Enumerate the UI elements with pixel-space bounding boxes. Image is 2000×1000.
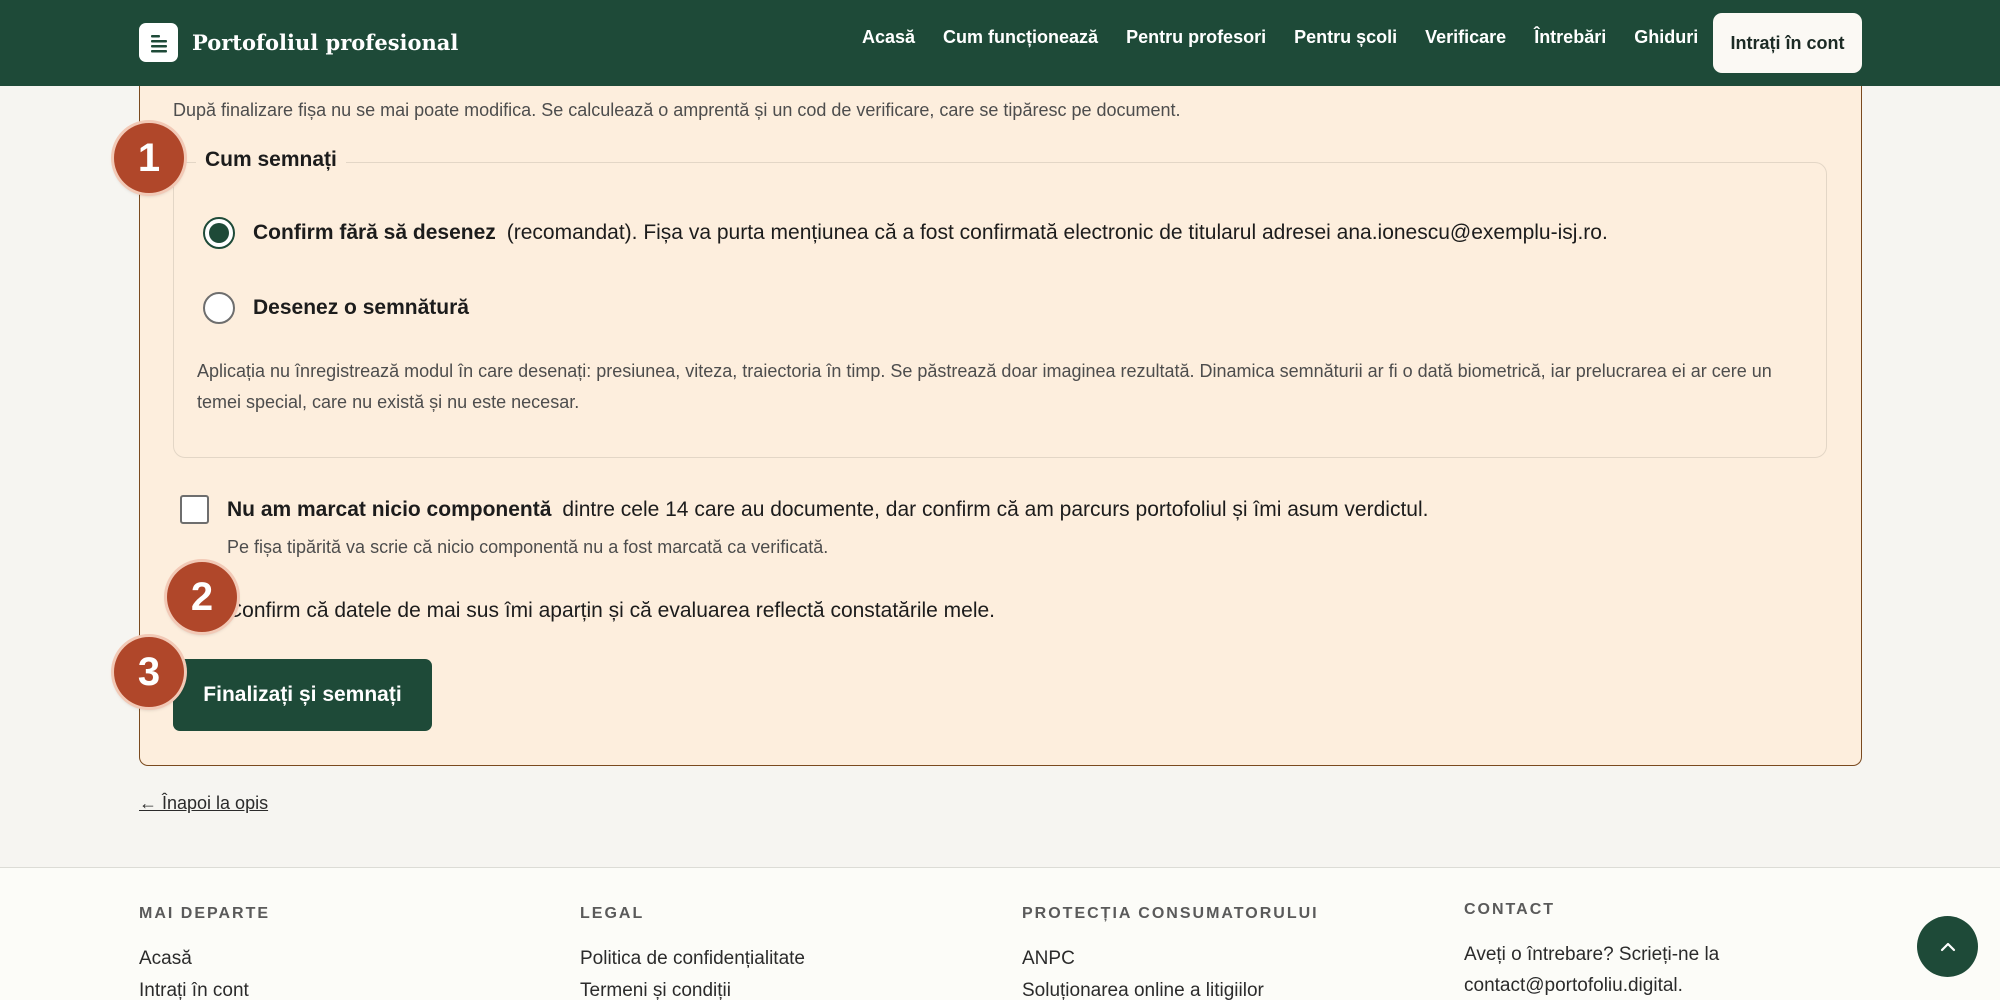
main-nav: Acasă Cum funcționează Pentru profesori … (862, 27, 1726, 48)
step-marker-3: 3 (114, 637, 184, 707)
nav-link-pentru-profesori[interactable]: Pentru profesori (1126, 27, 1266, 48)
nav-link-cum-functioneaza[interactable]: Cum funcționează (943, 27, 1098, 48)
footer-link-sol[interactable]: Soluționarea online a litigiilor (1022, 980, 1319, 1000)
nav-link-verificare[interactable]: Verificare (1425, 27, 1506, 48)
radio-selected-dot (209, 223, 229, 243)
login-button[interactable]: Intrați în cont (1713, 13, 1862, 73)
no-component-note: Pe fișa tipărită va scrie că nicio compo… (227, 537, 829, 557)
brand-name: Portofoliul profesional (192, 30, 459, 55)
radio-confirm-label: Confirm fără să desenez (253, 221, 496, 244)
footer-link-anpc[interactable]: ANPC (1022, 948, 1319, 970)
footer-col-contact: CONTACT Aveți o întrebare? Scrieți-ne la… (1464, 901, 1824, 1000)
no-component-label: Nu am marcat nicio componentă (227, 497, 552, 521)
nav-link-acasa[interactable]: Acasă (862, 27, 915, 48)
footer-heading: LEGAL (580, 905, 645, 922)
radio-option-confirm[interactable]: Confirm fără să desenez (recomandat). Fi… (203, 217, 1608, 249)
footer-link-termeni[interactable]: Termeni și condiții (580, 980, 805, 1000)
radio-confirm-description: (recomandat). Fișa va purta mențiunea că… (506, 221, 1608, 244)
biometric-hint: Aplicația nu înregistrează modul în care… (197, 361, 1772, 412)
footer-contact-text: Aveți o întrebare? Scrieți-ne la contact… (1464, 944, 1720, 996)
radio-draw-signature[interactable] (203, 292, 235, 324)
signature-method-legend: Cum semnați (196, 148, 346, 172)
step-marker-2: 2 (167, 562, 237, 632)
nav-link-ghiduri[interactable]: Ghiduri (1634, 27, 1698, 48)
nav-link-pentru-scoli[interactable]: Pentru școli (1294, 27, 1397, 48)
footer-heading: MAI DEPARTE (139, 905, 271, 922)
nav-link-intrebari[interactable]: Întrebări (1534, 27, 1606, 48)
chevron-up-icon (1940, 942, 1955, 951)
footer-col-protectia: PROTECȚIA CONSUMATORULUI ANPC Soluționar… (1022, 905, 1319, 1000)
no-component-checkbox[interactable] (180, 495, 209, 524)
no-component-description: dintre cele 14 care au documente, dar co… (562, 497, 1429, 521)
footer-heading: CONTACT (1464, 901, 1556, 918)
radio-option-draw[interactable]: Desenez o semnătură (203, 292, 469, 324)
finalize-sign-button[interactable]: Finalizați și semnați (173, 659, 432, 731)
footer-col-mai-departe: MAI DEPARTE Acasă Intrați în cont (139, 905, 270, 1000)
footer-col-legal: LEGAL Politica de confidențialitate Term… (580, 905, 805, 1000)
brand[interactable]: Portofoliul profesional (139, 23, 458, 62)
step-marker-1: 1 (114, 123, 184, 193)
site-footer: MAI DEPARTE Acasă Intrați în cont LEGAL … (0, 867, 2000, 1000)
footer-link-acasa[interactable]: Acasă (139, 948, 270, 970)
confirm-data-label[interactable]: Confirm că datele de mai sus îmi aparțin… (227, 599, 995, 623)
footer-link-intrati[interactable]: Intrați în cont (139, 980, 270, 1000)
finalize-intro: După finalizare fișa nu se mai poate mod… (173, 100, 1181, 120)
radio-draw-label: Desenez o semnătură (253, 296, 469, 319)
radio-confirm-without-drawing[interactable] (203, 217, 235, 249)
footer-heading: PROTECȚIA CONSUMATORULUI (1022, 905, 1319, 922)
footer-link-confidentialitate[interactable]: Politica de confidențialitate (580, 948, 805, 970)
top-navigation-bar: Portofoliul profesional Acasă Cum funcți… (0, 0, 2000, 86)
back-to-index-link[interactable]: ← Înapoi la opis (139, 793, 268, 814)
document-lines-icon (139, 23, 178, 62)
no-component-row[interactable]: Nu am marcat nicio componentă dintre cel… (180, 495, 1428, 524)
scroll-to-top-button[interactable] (1917, 916, 1978, 977)
